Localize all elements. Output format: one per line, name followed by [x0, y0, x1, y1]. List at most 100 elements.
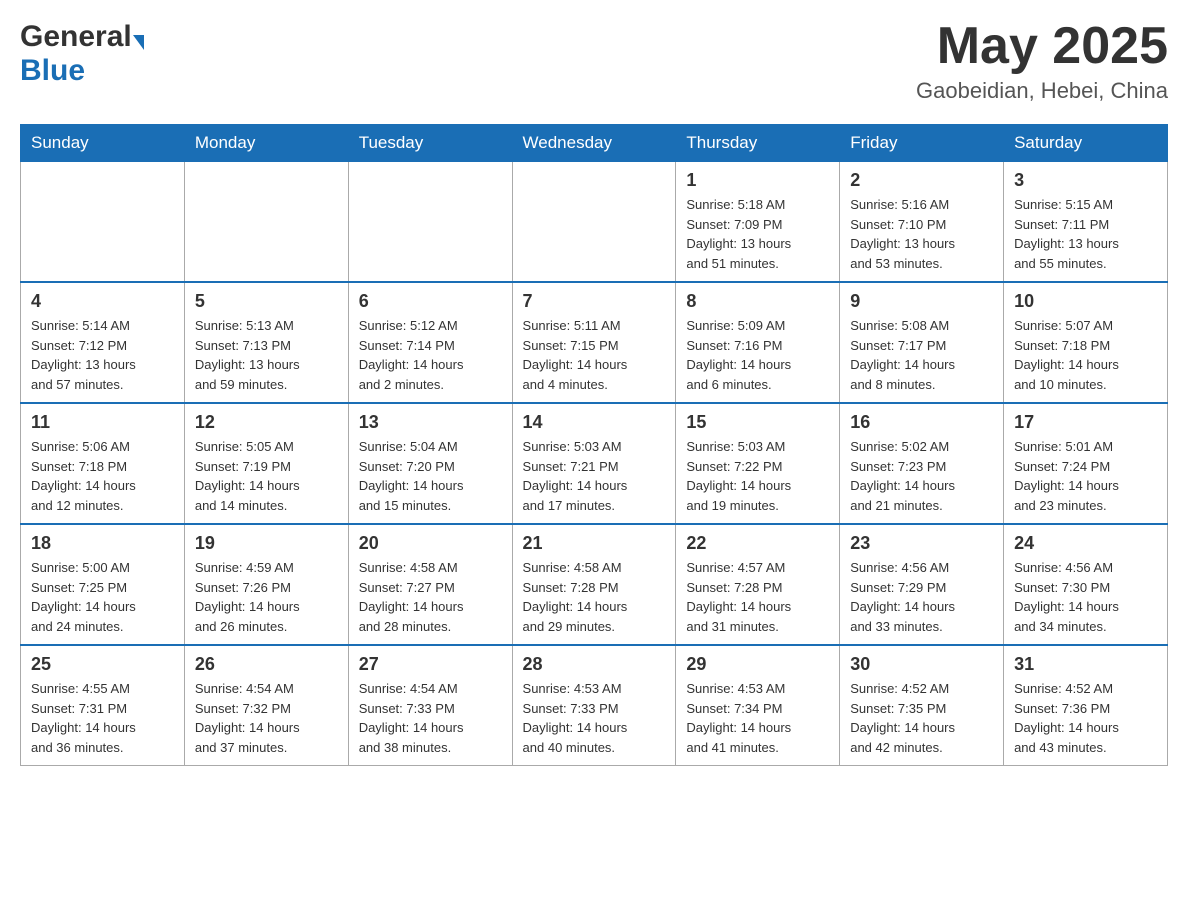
calendar-cell: 23 Sunrise: 4:56 AM Sunset: 7:29 PM Dayli…	[840, 524, 1004, 645]
title-section: May 2025 Gaobeidian, Hebei, China	[916, 20, 1168, 104]
calendar-week-row: 11 Sunrise: 5:06 AM Sunset: 7:18 PM Dayli…	[21, 403, 1168, 524]
day-number: 11	[31, 412, 174, 433]
day-number: 6	[359, 291, 502, 312]
day-info: Sunrise: 5:13 AM Sunset: 7:13 PM Dayligh…	[195, 316, 338, 394]
day-number: 1	[686, 170, 829, 191]
day-number: 12	[195, 412, 338, 433]
day-info: Sunrise: 5:06 AM Sunset: 7:18 PM Dayligh…	[31, 437, 174, 515]
calendar-header-friday: Friday	[840, 125, 1004, 162]
calendar-cell: 31 Sunrise: 4:52 AM Sunset: 7:36 PM Dayli…	[1004, 645, 1168, 766]
calendar-week-row: 1 Sunrise: 5:18 AM Sunset: 7:09 PM Daylig…	[21, 162, 1168, 283]
day-info: Sunrise: 4:53 AM Sunset: 7:34 PM Dayligh…	[686, 679, 829, 757]
calendar-cell: 9Sunrise: 5:08 AM Sunset: 7:17 PM Daylig…	[840, 282, 1004, 403]
day-number: 23	[850, 533, 993, 554]
calendar-cell: 14 Sunrise: 5:03 AM Sunset: 7:21 PM Dayli…	[512, 403, 676, 524]
day-info: Sunrise: 5:03 AM Sunset: 7:21 PM Dayligh…	[523, 437, 666, 515]
day-number: 24	[1014, 533, 1157, 554]
day-info: Sunrise: 5:18 AM Sunset: 7:09 PM Dayligh…	[686, 195, 829, 273]
day-number: 7	[523, 291, 666, 312]
calendar-cell: 27 Sunrise: 4:54 AM Sunset: 7:33 PM Dayli…	[348, 645, 512, 766]
day-info: Sunrise: 5:03 AM Sunset: 7:22 PM Dayligh…	[686, 437, 829, 515]
day-info: Sunrise: 4:52 AM Sunset: 7:36 PM Dayligh…	[1014, 679, 1157, 757]
calendar-cell: 19Sunrise: 4:59 AM Sunset: 7:26 PM Dayli…	[184, 524, 348, 645]
calendar-cell: 16Sunrise: 5:02 AM Sunset: 7:23 PM Dayli…	[840, 403, 1004, 524]
calendar-cell: 4 Sunrise: 5:14 AM Sunset: 7:12 PM Daylig…	[21, 282, 185, 403]
day-number: 20	[359, 533, 502, 554]
day-info: Sunrise: 4:53 AM Sunset: 7:33 PM Dayligh…	[523, 679, 666, 757]
day-info: Sunrise: 5:09 AM Sunset: 7:16 PM Dayligh…	[686, 316, 829, 394]
calendar-cell: 25 Sunrise: 4:55 AM Sunset: 7:31 PM Dayli…	[21, 645, 185, 766]
calendar-cell: 3 Sunrise: 5:15 AM Sunset: 7:11 PM Daylig…	[1004, 162, 1168, 283]
calendar-cell	[512, 162, 676, 283]
day-number: 16	[850, 412, 993, 433]
day-info: Sunrise: 5:08 AM Sunset: 7:17 PM Dayligh…	[850, 316, 993, 394]
calendar-cell: 2Sunrise: 5:16 AM Sunset: 7:10 PM Daylig…	[840, 162, 1004, 283]
calendar-cell: 22Sunrise: 4:57 AM Sunset: 7:28 PM Dayli…	[676, 524, 840, 645]
calendar-cell: 28 Sunrise: 4:53 AM Sunset: 7:33 PM Dayli…	[512, 645, 676, 766]
calendar-cell: 6 Sunrise: 5:12 AM Sunset: 7:14 PM Daylig…	[348, 282, 512, 403]
calendar-cell: 20 Sunrise: 4:58 AM Sunset: 7:27 PM Dayli…	[348, 524, 512, 645]
calendar-cell: 15 Sunrise: 5:03 AM Sunset: 7:22 PM Dayli…	[676, 403, 840, 524]
logo-arrow-icon	[133, 35, 144, 50]
location-title: Gaobeidian, Hebei, China	[916, 78, 1168, 104]
day-info: Sunrise: 5:14 AM Sunset: 7:12 PM Dayligh…	[31, 316, 174, 394]
day-number: 17	[1014, 412, 1157, 433]
calendar-cell	[348, 162, 512, 283]
calendar-cell: 21Sunrise: 4:58 AM Sunset: 7:28 PM Dayli…	[512, 524, 676, 645]
day-info: Sunrise: 5:15 AM Sunset: 7:11 PM Dayligh…	[1014, 195, 1157, 273]
calendar-header-saturday: Saturday	[1004, 125, 1168, 162]
day-info: Sunrise: 5:01 AM Sunset: 7:24 PM Dayligh…	[1014, 437, 1157, 515]
calendar-cell: 17 Sunrise: 5:01 AM Sunset: 7:24 PM Dayli…	[1004, 403, 1168, 524]
day-info: Sunrise: 4:54 AM Sunset: 7:32 PM Dayligh…	[195, 679, 338, 757]
calendar-cell: 8 Sunrise: 5:09 AM Sunset: 7:16 PM Daylig…	[676, 282, 840, 403]
calendar-cell: 30 Sunrise: 4:52 AM Sunset: 7:35 PM Dayli…	[840, 645, 1004, 766]
calendar-week-row: 18 Sunrise: 5:00 AM Sunset: 7:25 PM Dayli…	[21, 524, 1168, 645]
day-info: Sunrise: 5:04 AM Sunset: 7:20 PM Dayligh…	[359, 437, 502, 515]
day-number: 4	[31, 291, 174, 312]
day-info: Sunrise: 5:12 AM Sunset: 7:14 PM Dayligh…	[359, 316, 502, 394]
calendar-table: SundayMondayTuesdayWednesdayThursdayFrid…	[20, 124, 1168, 766]
day-info: Sunrise: 4:52 AM Sunset: 7:35 PM Dayligh…	[850, 679, 993, 757]
calendar-cell: 18 Sunrise: 5:00 AM Sunset: 7:25 PM Dayli…	[21, 524, 185, 645]
calendar-week-row: 25 Sunrise: 4:55 AM Sunset: 7:31 PM Dayli…	[21, 645, 1168, 766]
day-info: Sunrise: 4:58 AM Sunset: 7:27 PM Dayligh…	[359, 558, 502, 636]
day-number: 21	[523, 533, 666, 554]
calendar-header-thursday: Thursday	[676, 125, 840, 162]
calendar-cell: 5Sunrise: 5:13 AM Sunset: 7:13 PM Daylig…	[184, 282, 348, 403]
calendar-header-tuesday: Tuesday	[348, 125, 512, 162]
day-info: Sunrise: 4:54 AM Sunset: 7:33 PM Dayligh…	[359, 679, 502, 757]
calendar-cell: 11 Sunrise: 5:06 AM Sunset: 7:18 PM Dayli…	[21, 403, 185, 524]
day-number: 8	[686, 291, 829, 312]
day-number: 19	[195, 533, 338, 554]
day-number: 25	[31, 654, 174, 675]
logo-general-text: General	[20, 20, 132, 54]
day-info: Sunrise: 5:07 AM Sunset: 7:18 PM Dayligh…	[1014, 316, 1157, 394]
day-number: 14	[523, 412, 666, 433]
day-number: 30	[850, 654, 993, 675]
calendar-cell	[184, 162, 348, 283]
calendar-cell: 12 Sunrise: 5:05 AM Sunset: 7:19 PM Dayli…	[184, 403, 348, 524]
day-number: 27	[359, 654, 502, 675]
day-number: 2	[850, 170, 993, 191]
day-info: Sunrise: 4:56 AM Sunset: 7:30 PM Dayligh…	[1014, 558, 1157, 636]
calendar-header-row: SundayMondayTuesdayWednesdayThursdayFrid…	[21, 125, 1168, 162]
day-number: 3	[1014, 170, 1157, 191]
day-number: 28	[523, 654, 666, 675]
day-info: Sunrise: 4:57 AM Sunset: 7:28 PM Dayligh…	[686, 558, 829, 636]
day-number: 18	[31, 533, 174, 554]
calendar-cell: 24 Sunrise: 4:56 AM Sunset: 7:30 PM Dayli…	[1004, 524, 1168, 645]
page-header: General Blue May 2025 Gaobeidian, Hebei,…	[20, 20, 1168, 104]
logo-blue-text: Blue	[20, 54, 85, 88]
day-info: Sunrise: 4:56 AM Sunset: 7:29 PM Dayligh…	[850, 558, 993, 636]
calendar-header-sunday: Sunday	[21, 125, 185, 162]
day-info: Sunrise: 5:11 AM Sunset: 7:15 PM Dayligh…	[523, 316, 666, 394]
day-info: Sunrise: 4:55 AM Sunset: 7:31 PM Dayligh…	[31, 679, 174, 757]
day-info: Sunrise: 5:00 AM Sunset: 7:25 PM Dayligh…	[31, 558, 174, 636]
day-number: 15	[686, 412, 829, 433]
calendar-cell: 10 Sunrise: 5:07 AM Sunset: 7:18 PM Dayli…	[1004, 282, 1168, 403]
day-number: 10	[1014, 291, 1157, 312]
day-info: Sunrise: 5:05 AM Sunset: 7:19 PM Dayligh…	[195, 437, 338, 515]
day-number: 26	[195, 654, 338, 675]
day-number: 31	[1014, 654, 1157, 675]
calendar-cell: 29Sunrise: 4:53 AM Sunset: 7:34 PM Dayli…	[676, 645, 840, 766]
